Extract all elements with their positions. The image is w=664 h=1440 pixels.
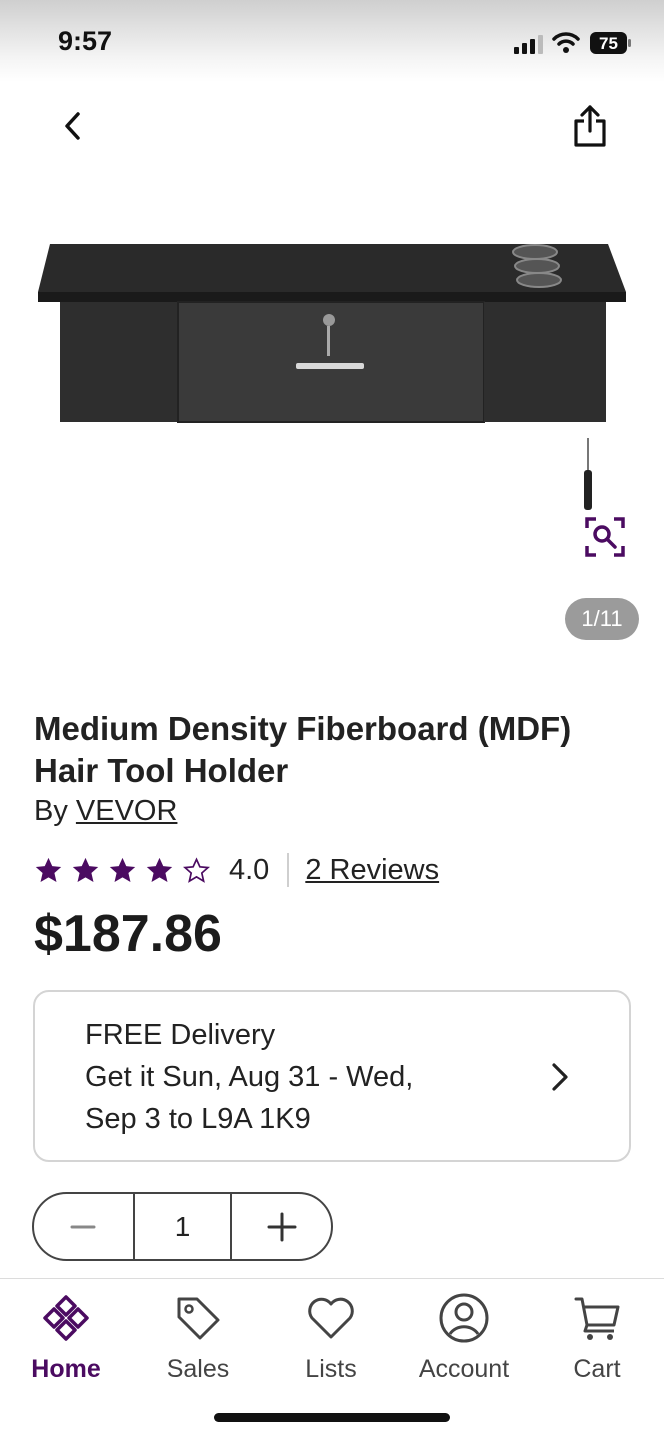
tab-label-lists: Lists: [305, 1355, 357, 1383]
star-empty-icon: [182, 856, 211, 883]
battery-icon: 75: [590, 32, 631, 54]
battery-level: 75: [599, 34, 618, 53]
home-logo-icon: [43, 1295, 89, 1341]
tab-lists[interactable]: Lists: [266, 1291, 396, 1391]
delivery-card[interactable]: FREE Delivery Get it Sun, Aug 31 - Wed, …: [33, 990, 631, 1162]
chevron-right-icon: [552, 1063, 568, 1091]
star-filled-icon: [72, 857, 99, 882]
brand-link[interactable]: VEVOR: [76, 795, 178, 827]
rating-row: 4.0 2 Reviews: [34, 848, 439, 892]
tab-cart[interactable]: Cart: [532, 1291, 662, 1391]
star-filled-icon: [109, 857, 136, 882]
quantity-value[interactable]: 1: [132, 1194, 233, 1259]
status-time: 9:57: [58, 26, 113, 56]
product-price: $187.86: [34, 905, 222, 963]
delivery-line-2: Get it Sun, Aug 31 - Wed,: [85, 1061, 414, 1093]
increase-quantity-button[interactable]: [232, 1194, 331, 1259]
image-counter: 1/11: [565, 598, 639, 640]
zoom-search-icon: [585, 517, 625, 557]
cellular-signal-icon: [514, 35, 543, 54]
chevron-left-icon: [65, 112, 80, 140]
quantity-stepper: 1: [32, 1192, 333, 1261]
delivery-line-1: FREE Delivery: [85, 1019, 276, 1051]
tab-label-cart: Cart: [573, 1355, 621, 1383]
home-indicator: [214, 1413, 450, 1422]
decrease-quantity-button[interactable]: [34, 1194, 133, 1259]
tab-account[interactable]: Account: [399, 1291, 529, 1391]
delivery-info: FREE Delivery Get it Sun, Aug 31 - Wed, …: [85, 1014, 413, 1140]
reviews-link[interactable]: 2 Reviews: [305, 854, 439, 887]
status-bar: 9:57 75: [0, 0, 664, 82]
share-icon: [574, 105, 606, 147]
rating-value: 4.0: [229, 853, 270, 886]
tag-icon: [177, 1297, 220, 1340]
tab-label-account: Account: [418, 1355, 510, 1383]
back-button[interactable]: [52, 104, 92, 148]
plus-icon: [267, 1212, 296, 1241]
product-image-gallery[interactable]: 1/11: [0, 170, 664, 660]
share-button[interactable]: [566, 100, 614, 152]
brand-line: By VEVOR: [34, 795, 177, 828]
tab-label-sales: Sales: [166, 1355, 230, 1383]
star-rating: [34, 856, 211, 885]
heart-icon: [308, 1297, 354, 1339]
product-title: Medium Density Fiberboard (MDF) Hair Too…: [34, 710, 572, 789]
delivery-line-3: Sep 3 to L9A 1K9: [85, 1103, 311, 1135]
wifi-icon: [552, 32, 580, 53]
tab-label-home: Home: [31, 1355, 101, 1383]
star-filled-icon: [146, 857, 173, 882]
top-nav: [0, 96, 664, 156]
tab-sales[interactable]: Sales: [133, 1291, 263, 1391]
minus-icon: [70, 1225, 96, 1228]
account-icon: [439, 1293, 489, 1343]
tab-home[interactable]: Home: [1, 1291, 131, 1391]
star-filled-icon: [35, 857, 62, 882]
rating-divider: [287, 853, 290, 887]
cart-icon: [574, 1297, 620, 1340]
brand-prefix: By: [34, 795, 68, 827]
zoom-button[interactable]: [584, 516, 626, 558]
product-image: [38, 244, 626, 510]
